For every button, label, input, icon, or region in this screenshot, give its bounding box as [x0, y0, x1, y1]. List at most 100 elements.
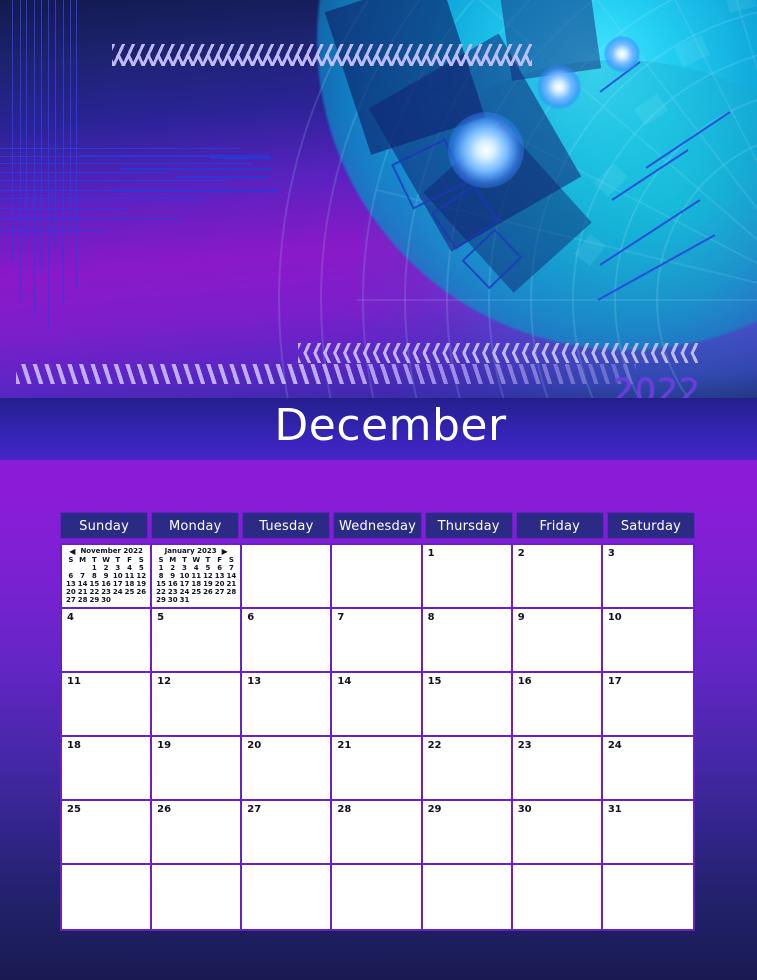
calendar-day-cell[interactable]: 20	[242, 737, 333, 801]
mini-day-cell[interactable]: 1	[88, 564, 100, 572]
prev-month-arrow-icon[interactable]: ◀	[69, 547, 75, 556]
calendar-day-cell[interactable]: 24	[602, 737, 693, 801]
calendar-day-cell[interactable]: 25	[62, 801, 153, 865]
calendar-day-cell[interactable]: 18	[62, 737, 153, 801]
mini-day-cell[interactable]: 23	[100, 588, 112, 596]
calendar-day-cell[interactable]: 12	[152, 673, 243, 737]
calendar-day-cell[interactable]: 26	[152, 801, 243, 865]
calendar-day-cell[interactable]: 16	[512, 673, 603, 737]
mini-day-cell[interactable]: 10	[112, 572, 124, 580]
mini-day-cell[interactable]: 28	[226, 588, 238, 596]
mini-day-cell[interactable]: 16	[167, 580, 179, 588]
calendar-day-cell-empty[interactable]: ◀ November 2022 S M T W T F S 1 2 3 4 5 6 7 8 9 10 11 12 13 14…	[62, 545, 153, 609]
calendar-day-cell[interactable]: 10	[602, 609, 693, 673]
mini-day-cell[interactable]: 13	[65, 580, 77, 588]
mini-day-cell[interactable]: 22	[155, 588, 167, 596]
mini-day-cell[interactable]: 14	[77, 580, 89, 588]
calendar-day-cell[interactable]: 31	[602, 801, 693, 865]
mini-day-cell[interactable]: 19	[135, 580, 147, 588]
mini-day-cell[interactable]: 21	[226, 580, 238, 588]
calendar-day-cell[interactable]: 8	[422, 609, 513, 673]
mini-day-cell[interactable]: 18	[124, 580, 136, 588]
calendar-day-cell[interactable]: 9	[512, 609, 603, 673]
calendar-day-cell-empty[interactable]	[422, 865, 513, 929]
mini-day-cell[interactable]: 5	[202, 564, 214, 572]
mini-day-cell[interactable]: 8	[88, 572, 100, 580]
calendar-day-cell[interactable]: 13	[242, 673, 333, 737]
mini-day-cell[interactable]: 6	[65, 572, 77, 580]
mini-day-cell[interactable]: 3	[112, 564, 124, 572]
mini-day-cell[interactable]: 8	[155, 572, 167, 580]
mini-day-cell[interactable]: 29	[88, 596, 100, 604]
mini-day-cell[interactable]: 21	[77, 588, 89, 596]
mini-day-cell[interactable]: 22	[88, 588, 100, 596]
mini-day-cell[interactable]: 31	[179, 596, 191, 604]
calendar-day-cell[interactable]: 3	[602, 545, 693, 609]
calendar-day-cell[interactable]: 27	[242, 801, 333, 865]
mini-day-cell[interactable]: 11	[190, 572, 202, 580]
mini-day-cell[interactable]: 14	[226, 572, 238, 580]
mini-day-cell[interactable]: 7	[226, 564, 238, 572]
mini-day-cell[interactable]: 27	[214, 588, 226, 596]
mini-day-cell[interactable]: 11	[124, 572, 136, 580]
calendar-day-cell-empty[interactable]: January 2023 ▶ S M T W T F S 1 2 3 4 5 6 7 8 9 10 11 12 13 14 1…	[152, 545, 243, 609]
mini-day-cell[interactable]: 4	[124, 564, 136, 572]
mini-day-cell[interactable]: 24	[112, 588, 124, 596]
mini-day-cell[interactable]: 20	[214, 580, 226, 588]
next-month-arrow-icon[interactable]: ▶	[222, 547, 228, 556]
mini-day-cell[interactable]: 18	[190, 580, 202, 588]
calendar-day-cell[interactable]: 22	[422, 737, 513, 801]
calendar-day-cell-empty[interactable]	[242, 545, 333, 609]
calendar-day-cell[interactable]: 5	[152, 609, 243, 673]
mini-day-cell[interactable]: 30	[100, 596, 112, 604]
calendar-day-cell-empty[interactable]	[332, 865, 423, 929]
calendar-day-cell[interactable]: 1	[422, 545, 513, 609]
mini-day-cell[interactable]: 9	[167, 572, 179, 580]
mini-day-cell[interactable]: 2	[100, 564, 112, 572]
calendar-day-cell-empty[interactable]	[152, 865, 243, 929]
mini-day-cell[interactable]: 27	[65, 596, 77, 604]
calendar-day-cell-empty[interactable]	[242, 865, 333, 929]
calendar-day-cell[interactable]: 4	[62, 609, 153, 673]
mini-day-cell[interactable]: 4	[190, 564, 202, 572]
calendar-day-cell[interactable]: 14	[332, 673, 423, 737]
mini-day-cell[interactable]: 28	[77, 596, 89, 604]
calendar-day-cell[interactable]: 2	[512, 545, 603, 609]
calendar-day-cell[interactable]: 11	[62, 673, 153, 737]
calendar-day-cell[interactable]: 15	[422, 673, 513, 737]
mini-day-cell[interactable]: 15	[155, 580, 167, 588]
calendar-day-cell-empty[interactable]	[512, 865, 603, 929]
mini-day-cell[interactable]: 15	[88, 580, 100, 588]
mini-day-cell[interactable]: 6	[214, 564, 226, 572]
mini-day-cell[interactable]: 10	[179, 572, 191, 580]
calendar-day-cell[interactable]: 21	[332, 737, 423, 801]
calendar-day-cell[interactable]: 29	[422, 801, 513, 865]
calendar-day-cell[interactable]: 17	[602, 673, 693, 737]
calendar-day-cell[interactable]: 23	[512, 737, 603, 801]
mini-day-cell[interactable]: 23	[167, 588, 179, 596]
mini-day-cell[interactable]: 25	[190, 588, 202, 596]
mini-day-cell[interactable]: 2	[167, 564, 179, 572]
mini-day-cell[interactable]: 25	[124, 588, 136, 596]
mini-day-cell[interactable]: 13	[214, 572, 226, 580]
calendar-day-cell[interactable]: 6	[242, 609, 333, 673]
mini-day-cell[interactable]: 1	[155, 564, 167, 572]
mini-day-cell[interactable]: 12	[202, 572, 214, 580]
mini-day-cell[interactable]: 3	[179, 564, 191, 572]
calendar-day-cell[interactable]: 28	[332, 801, 423, 865]
calendar-day-cell[interactable]: 7	[332, 609, 423, 673]
mini-day-cell[interactable]: 24	[179, 588, 191, 596]
calendar-day-cell-empty[interactable]	[332, 545, 423, 609]
mini-day-cell[interactable]: 26	[135, 588, 147, 596]
mini-day-cell[interactable]: 7	[77, 572, 89, 580]
mini-day-cell[interactable]: 17	[112, 580, 124, 588]
mini-day-cell[interactable]: 20	[65, 588, 77, 596]
mini-day-cell[interactable]: 16	[100, 580, 112, 588]
mini-day-cell[interactable]: 5	[135, 564, 147, 572]
mini-day-cell[interactable]: 12	[135, 572, 147, 580]
mini-day-cell[interactable]: 29	[155, 596, 167, 604]
calendar-day-cell-empty[interactable]	[602, 865, 693, 929]
mini-day-cell[interactable]: 9	[100, 572, 112, 580]
calendar-day-cell[interactable]: 30	[512, 801, 603, 865]
mini-day-cell[interactable]: 19	[202, 580, 214, 588]
